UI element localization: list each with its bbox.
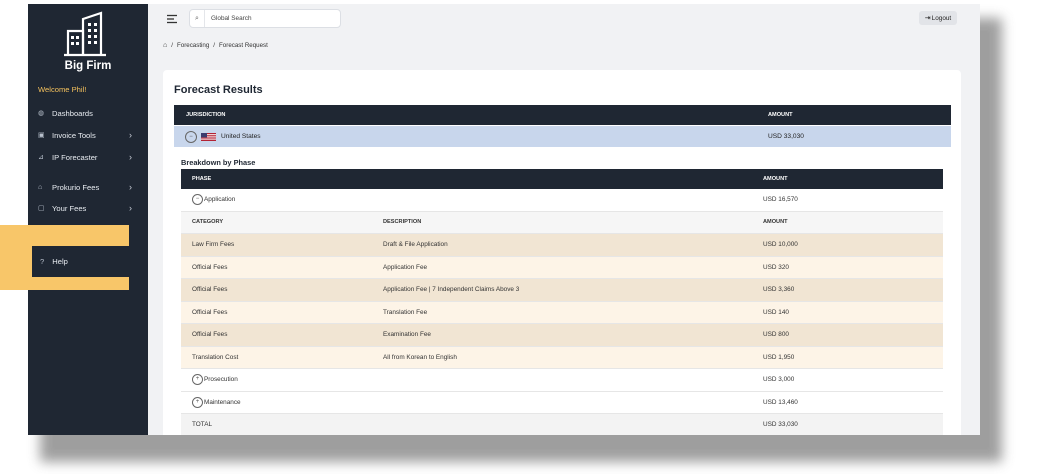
header-description: DESCRIPTION [383, 218, 422, 225]
cell-amount: USD 140 [763, 308, 789, 316]
jurisdiction-table-header: JURISDICTION AMOUNT [174, 105, 951, 125]
forecast-results-card: Forecast Results JURISDICTION AMOUNT − U… [163, 70, 961, 435]
sidebar: Big Firm Welcome Phil! ◍ Dashboards ▣ In… [28, 4, 148, 435]
cell-description: Application Fee | 7 Independent Claims A… [383, 286, 520, 293]
phase-row-prosecution[interactable]: + Prosecution USD 3,000 [181, 369, 943, 392]
sidebar-item-ip-forecaster[interactable]: ⊿ IP Forecaster › [38, 150, 142, 164]
cell-category: Official Fees [192, 286, 228, 293]
phase-label: Prosecution [204, 376, 238, 383]
phase-row-application[interactable]: − Application USD 16,570 [181, 189, 943, 212]
cell-amount: USD 3,360 [763, 286, 795, 293]
header-amount: AMOUNT [768, 112, 793, 118]
table-row: Official Fees Translation Fee USD 140 [181, 301, 943, 324]
cell-description: Translation Fee [383, 308, 428, 316]
invoice-icon: ▣ [38, 132, 45, 139]
cell-category: Law Firm Fees [192, 241, 235, 248]
total-label: TOTAL [192, 421, 213, 428]
table-row: Official Fees Examination Fee USD 800 [181, 324, 943, 347]
chevron-right-icon: › [129, 152, 132, 162]
phase-label: Maintenance [204, 398, 241, 406]
cell-amount: USD 1,950 [763, 353, 795, 361]
jurisdiction-row-united-states[interactable]: − United States USD 33,030 [174, 126, 951, 147]
welcome-message: Welcome Phil! [38, 85, 87, 94]
sidebar-item-label: Help [52, 257, 68, 266]
header-jurisdiction: JURISDICTION [186, 112, 226, 118]
header-phase: PHASE [192, 176, 212, 182]
app-window: Big Firm Welcome Phil! ◍ Dashboards ▣ In… [28, 4, 980, 435]
phase-label: Application [204, 196, 236, 203]
sidebar-item-label: Invoice Tools [52, 130, 96, 140]
chevron-right-icon: › [129, 130, 132, 140]
phase-row-maintenance[interactable]: + Maintenance USD 13,460 [181, 391, 943, 414]
logout-label: Logout [931, 14, 952, 22]
expand-icon[interactable]: + [192, 374, 203, 385]
brand-name: Big Firm [64, 60, 112, 72]
breadcrumb-forecast-request: Forecast Request [219, 42, 268, 49]
phase-amount: USD 3,000 [763, 376, 795, 383]
search-input[interactable]: Global Search [211, 15, 252, 22]
building-logo-icon [64, 11, 106, 57]
cell-description: Examination Fee [383, 331, 431, 338]
bank-icon: ⌂ [38, 183, 43, 191]
dashboard-icon: ◍ [38, 110, 45, 117]
sidebar-item-your-fees[interactable]: ▢ Your Fees › [38, 201, 142, 215]
logout-button[interactable]: ⇥ Logout [919, 11, 957, 25]
search-icon: ⌕ [190, 10, 205, 27]
logout-icon: ⇥ [924, 15, 931, 22]
sidebar-item-label: Dashboards [52, 108, 93, 118]
expand-icon[interactable]: + [192, 396, 203, 408]
cell-amount: USD 10,000 [763, 241, 798, 248]
cell-description: Application Fee [383, 263, 428, 271]
question-icon: ? [40, 257, 45, 266]
phase-amount: USD 13,460 [763, 398, 798, 406]
sidebar-item-help[interactable]: ? Help [32, 246, 140, 277]
collapse-icon[interactable]: − [192, 194, 203, 205]
table-row: Translation Cost All from Korean to Engl… [181, 346, 943, 369]
sidebar-item-invoice-tools[interactable]: ▣ Invoice Tools › [38, 128, 142, 142]
breadcrumb-separator: / [213, 42, 216, 49]
fees-icon: ▢ [38, 205, 45, 212]
us-flag-icon [201, 133, 216, 141]
menu-icon[interactable] [166, 14, 178, 24]
page-title: Forecast Results [174, 84, 263, 96]
breadcrumb-separator: / [171, 42, 173, 49]
breadcrumb: ⌂ / Forecasting / Forecast Request [163, 42, 268, 49]
table-row: Official Fees Application Fee USD 320 [181, 256, 943, 279]
total-amount: USD 33,030 [763, 421, 798, 428]
breakdown-title: Breakdown by Phase [181, 158, 256, 167]
cell-description: All from Korean to English [383, 353, 457, 361]
cell-amount: USD 320 [763, 263, 789, 271]
phase-table-header: PHASE AMOUNT [181, 169, 943, 189]
table-row: Official Fees Application Fee | 7 Indepe… [181, 279, 943, 302]
breadcrumb-forecasting[interactable]: Forecasting [177, 42, 209, 49]
sidebar-item-label: Prokurio Fees [52, 182, 100, 192]
jurisdiction-name: United States [221, 133, 261, 140]
cell-category: Official Fees [192, 308, 228, 316]
header-amount: AMOUNT [763, 218, 788, 225]
sidebar-item-label: IP Forecaster [52, 152, 98, 162]
chart-icon: ⊿ [38, 154, 44, 161]
cell-category: Official Fees [192, 331, 228, 338]
header-amount: AMOUNT [763, 176, 788, 182]
sidebar-item-dashboards[interactable]: ◍ Dashboards [38, 106, 142, 120]
table-row: Law Firm Fees Draft & File Application U… [181, 234, 943, 257]
cell-category: Official Fees [192, 263, 228, 271]
home-icon[interactable]: ⌂ [163, 42, 167, 49]
cell-description: Draft & File Application [383, 241, 448, 248]
phase-table: PHASE AMOUNT − Application USD 16,570 CA… [181, 169, 943, 435]
jurisdiction-amount: USD 33,030 [768, 133, 804, 140]
header-category: CATEGORY [192, 218, 224, 225]
global-search[interactable]: ⌕ Global Search [189, 9, 341, 28]
chevron-right-icon: › [129, 203, 132, 213]
line-items-header: CATEGORY DESCRIPTION AMOUNT [181, 211, 943, 234]
sidebar-item-label: Your Fees [52, 203, 87, 213]
cell-category: Translation Cost [192, 353, 239, 361]
collapse-icon[interactable]: − [185, 131, 197, 143]
cell-amount: USD 800 [763, 331, 789, 338]
chevron-right-icon: › [129, 182, 132, 192]
total-row: TOTAL USD 33,030 [181, 414, 943, 435]
phase-amount: USD 16,570 [763, 196, 798, 203]
sidebar-item-prokurio-fees[interactable]: ⌂ Prokurio Fees › [38, 180, 142, 194]
